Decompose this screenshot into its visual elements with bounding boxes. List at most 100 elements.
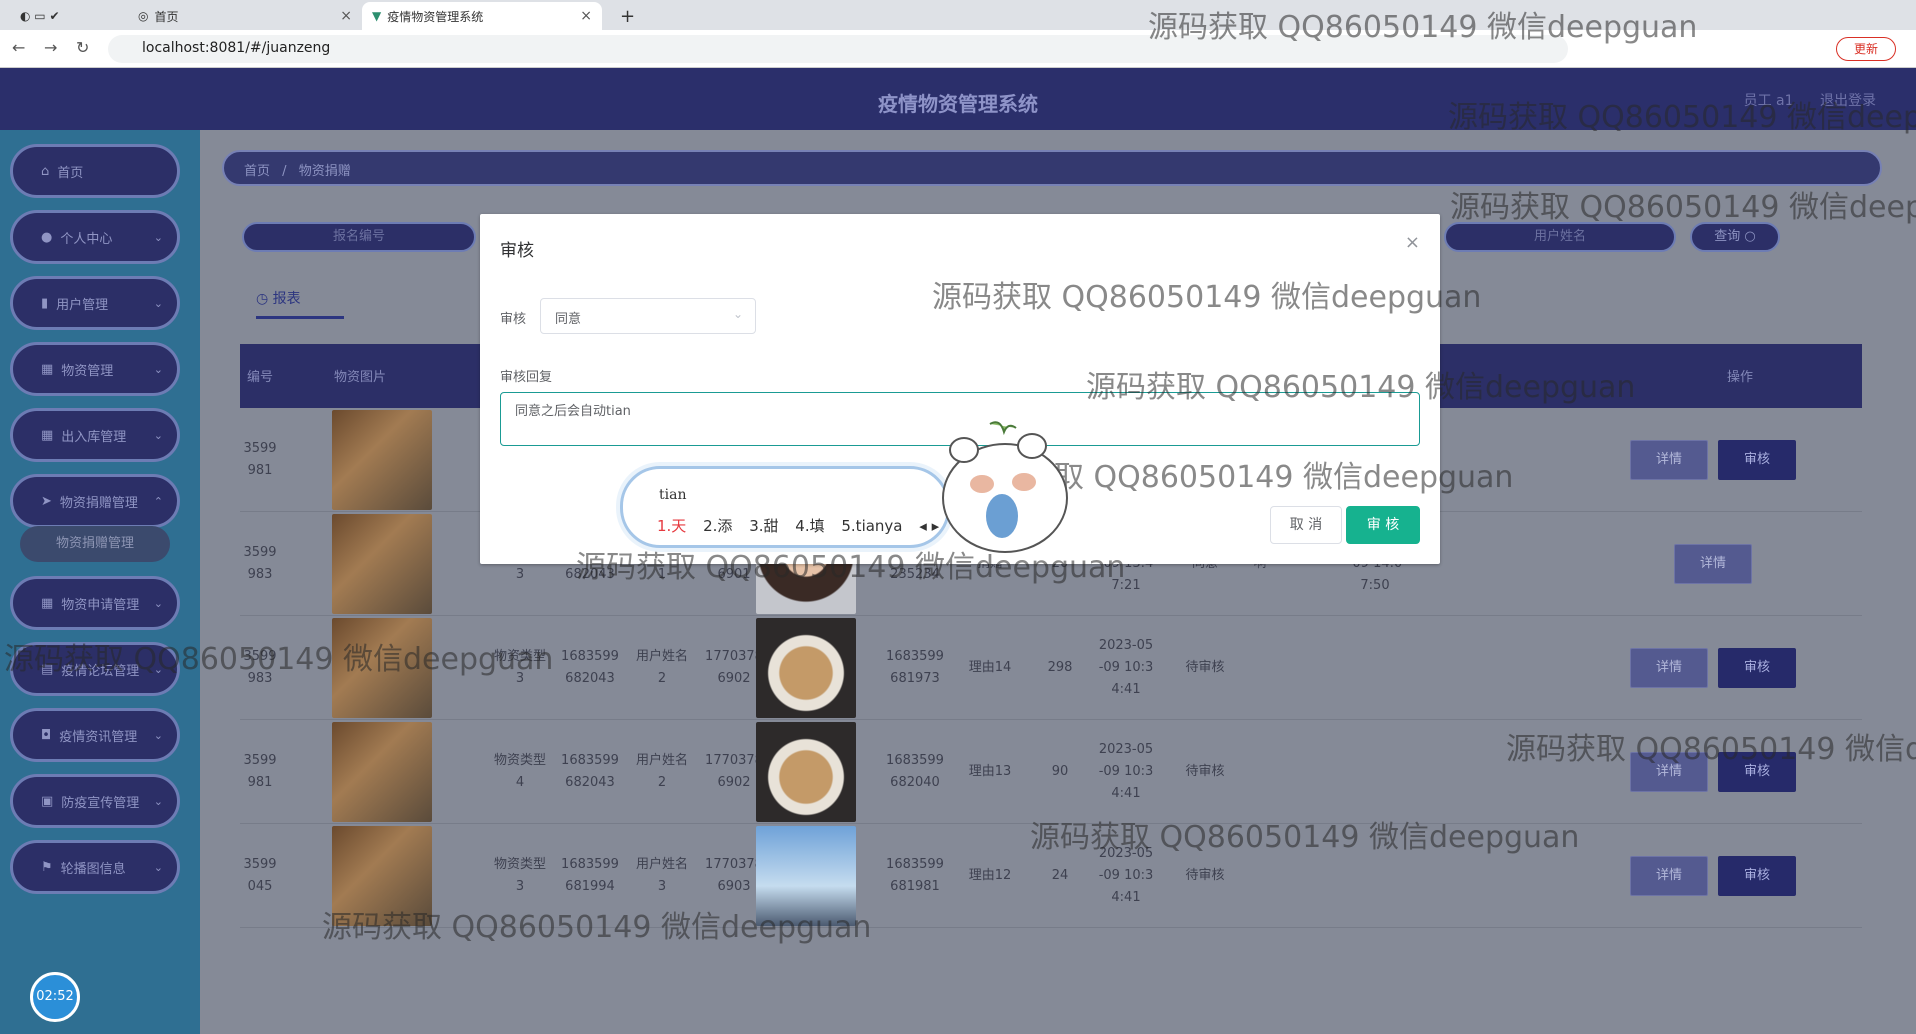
material-image[interactable]	[332, 722, 432, 822]
material-image[interactable]	[332, 410, 432, 510]
tab-report[interactable]: ◷ 报表	[256, 288, 301, 308]
close-icon[interactable]: ×	[580, 8, 592, 24]
ime-candidate[interactable]: 2.添	[703, 517, 732, 535]
sidebar-item-label: 疫情资讯管理	[59, 729, 138, 745]
tab-home[interactable]: ◎ 首页 ×	[128, 2, 362, 30]
watermark-text: 源码获取 QQ86050149 微信deepguan	[1148, 10, 1698, 45]
chevron-down-icon: ⌄	[153, 794, 163, 808]
confirm-review-button[interactable]: 审 核	[1346, 506, 1420, 544]
reload-icon[interactable]: ↻	[76, 38, 89, 57]
chevron-down-icon: ⌄	[153, 296, 163, 310]
ime-candidate[interactable]: 1.天	[657, 517, 686, 535]
vue-icon: ▼	[372, 9, 382, 23]
submenu-donation[interactable]: 物资捐赠管理	[20, 526, 170, 562]
table-cell: 1683599 682043	[561, 753, 619, 790]
pinned-tabs[interactable]: ◐ ▭ ✔	[10, 2, 90, 30]
sidebar-item-label: 个人中心	[60, 231, 113, 247]
chevron-down-icon: ⌄	[153, 362, 163, 376]
review-button[interactable]: 审核	[1718, 440, 1796, 480]
ime-candidate-window: tian 1.天 2.添 3.甜 4.填 5.tianya ◂ ▸	[620, 466, 950, 548]
ime-candidate[interactable]: 4.填	[795, 517, 824, 535]
breadcrumb-current: 物资捐赠	[298, 164, 351, 179]
breadcrumb-separator: /	[282, 164, 287, 179]
watermark-text: 源码获取 QQ86050149 微信deepguan	[932, 280, 1482, 315]
watermark-text: 源码获取 QQ86050149 微信deepguan	[322, 910, 872, 945]
table-cell: 1683599 681981	[886, 857, 944, 894]
sidebar-item-news[interactable]: ◘ 疫情资讯管理 ⌄	[10, 708, 180, 762]
update-button[interactable]: 更新	[1836, 37, 1896, 61]
tab-report-label: 报表	[272, 291, 301, 307]
review-button[interactable]: 审核	[1718, 648, 1796, 688]
sidebar-item-profile[interactable]: ● 个人中心 ⌄	[10, 210, 180, 264]
close-icon[interactable]: ×	[340, 8, 352, 24]
column-header: 操作	[1726, 370, 1753, 385]
new-tab-button[interactable]: +	[610, 2, 640, 30]
close-icon[interactable]: ×	[1405, 232, 1420, 253]
table-cell: 1683599 682043	[561, 649, 619, 686]
query-label: 查询	[1714, 229, 1741, 244]
query-button[interactable]: 查询 ○	[1690, 222, 1780, 252]
ime-composition: tian	[659, 487, 687, 503]
detail-button[interactable]: 详情	[1630, 648, 1708, 688]
tab-system-label: 疫情物资管理系统	[387, 9, 484, 24]
review-select[interactable]: 同意 ⌄	[540, 298, 756, 334]
ime-candidate[interactable]: 5.tianya	[841, 517, 902, 535]
table-cell: 1683599 681973	[886, 649, 944, 686]
sidebar: ⌂ 首页 ● 个人中心 ⌄ ▮ 用户管理 ⌄ ▦ 物资管理 ⌄ ▦ 出入库管理 ⌄ ➤ 物资捐赠管理…	[0, 130, 200, 1034]
table-cell: 用户姓名 2	[635, 753, 688, 790]
material-image[interactable]	[332, 514, 432, 614]
sidebar-item-propaganda[interactable]: ▣ 防疫宣传管理 ⌄	[10, 774, 180, 828]
search-input-username[interactable]: 用户姓名	[1444, 222, 1676, 252]
clock-icon: ◷	[256, 291, 269, 307]
flag-icon: ⚑	[41, 859, 53, 875]
home-icon: ⌂	[41, 163, 50, 179]
search-input-number[interactable]: 报名编号	[242, 222, 476, 252]
watermark-text: 源码获取 QQ86050149 微信deepguan	[1448, 100, 1916, 135]
grid-icon: ▦	[41, 427, 54, 443]
user-photo[interactable]	[756, 722, 856, 822]
detail-button[interactable]: 详情	[1630, 440, 1708, 480]
table-cell: 3599 981	[243, 753, 277, 790]
tab-home-label: 首页	[154, 9, 179, 24]
forward-icon[interactable]: →	[44, 38, 57, 57]
review-field-label: 审核	[500, 312, 527, 327]
table-cell: 待审核	[1185, 868, 1225, 883]
pinned-tab-icons: ◐ ▭ ✔	[20, 9, 60, 23]
globe-icon: ◎	[138, 9, 149, 23]
breadcrumb-home[interactable]: 首页	[244, 164, 270, 179]
table-cell: 3599 981	[243, 441, 277, 478]
sidebar-item-materials[interactable]: ▦ 物资管理 ⌄	[10, 342, 180, 396]
grid-icon: ▦	[41, 361, 54, 377]
tab-indicator	[256, 316, 344, 319]
table-cell: 2023-05 -09 10:3 4:41	[1098, 742, 1154, 801]
ime-mascot-icon	[942, 421, 1068, 553]
sidebar-item-apply[interactable]: ▦ 物资申请管理 ⌄	[10, 576, 180, 630]
breadcrumb: 首页 / 物资捐赠	[222, 150, 1882, 186]
ime-candidates: 1.天 2.添 3.甜 4.填 5.tianya ◂ ▸	[657, 515, 951, 536]
tab-system[interactable]: ▼ 疫情物资管理系统 ×	[362, 2, 602, 30]
table-cell: 待审核	[1185, 660, 1225, 675]
table-cell: 3599 983	[243, 545, 277, 582]
sidebar-item-donation[interactable]: ➤ 物资捐赠管理 ⌃	[10, 474, 180, 528]
detail-button[interactable]: 详情	[1674, 544, 1752, 584]
chevron-down-icon: ⌄	[153, 230, 163, 244]
sidebar-item-inout[interactable]: ▦ 出入库管理 ⌄	[10, 408, 180, 462]
chevron-down-icon: ⌄	[732, 307, 743, 321]
watermark-text: 源码获取 QQ86050149 微信deepguan	[1506, 732, 1916, 767]
ime-candidate[interactable]: 3.甜	[749, 517, 778, 535]
sidebar-item-users[interactable]: ▮ 用户管理 ⌄	[10, 276, 180, 330]
chevron-down-icon: ⌄	[153, 860, 163, 874]
table-cell: 3599 045	[243, 857, 277, 894]
sidebar-item-carousel[interactable]: ⚑ 轮播图信息 ⌄	[10, 840, 180, 894]
detail-button[interactable]: 详情	[1630, 856, 1708, 896]
sidebar-item-label: 物资申请管理	[61, 597, 140, 613]
clock-widget[interactable]: 02:52	[30, 972, 80, 1022]
user-photo[interactable]	[756, 618, 856, 718]
sidebar-item-label: 物资捐赠管理	[59, 495, 138, 511]
back-icon[interactable]: ←	[12, 38, 25, 57]
sidebar-item-label: 首页	[57, 165, 84, 181]
cancel-button[interactable]: 取 消	[1270, 506, 1342, 544]
sidebar-item-home[interactable]: ⌂ 首页	[10, 144, 180, 198]
sidebar-item-label: 物资管理	[61, 363, 114, 379]
review-button[interactable]: 审核	[1718, 856, 1796, 896]
